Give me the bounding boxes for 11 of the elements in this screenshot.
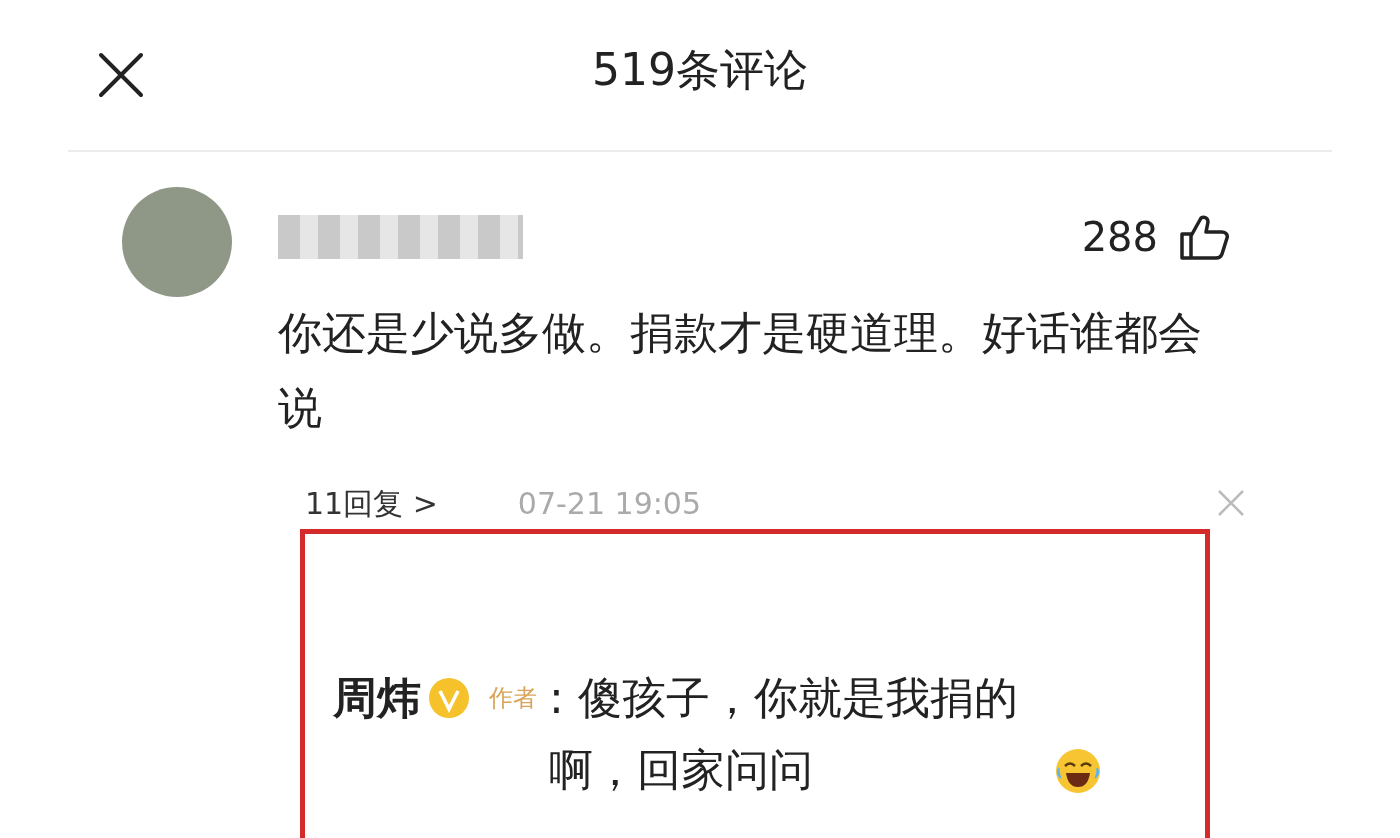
comment-time: 07-21 19:05 xyxy=(517,484,702,523)
reply-text: : 傻孩子，你就是我捐的啊，回家问问 xyxy=(549,671,1019,797)
laughing-emoji-icon xyxy=(1053,746,1103,796)
close-icon[interactable] xyxy=(98,52,144,98)
comment-text: 你还是少说多做。捐款才是硬道理。好话谁都会说 xyxy=(278,306,1203,435)
replies-link[interactable]: 11回复 > xyxy=(305,480,438,526)
thumbs-up-icon[interactable] xyxy=(1178,214,1230,260)
reply-author[interactable]: 周炜 xyxy=(333,662,421,734)
author-tag: 作者 xyxy=(489,682,537,714)
like-count: 288 xyxy=(1081,213,1158,262)
page-title: 519条评论 xyxy=(592,48,808,92)
